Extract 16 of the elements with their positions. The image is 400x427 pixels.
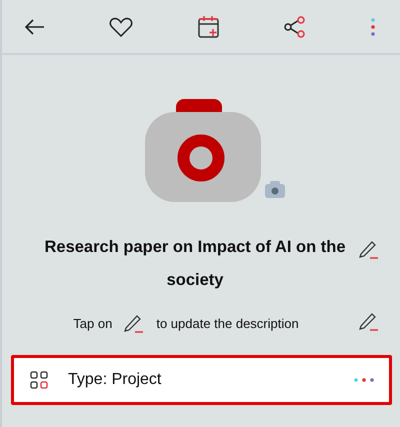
share-icon[interactable] xyxy=(284,16,306,38)
more-icon[interactable] xyxy=(353,377,375,383)
back-icon[interactable] xyxy=(25,18,45,34)
grid-icon xyxy=(30,371,48,389)
type-card[interactable]: Type: Project xyxy=(11,355,392,405)
heart-icon[interactable] xyxy=(109,16,134,36)
type-label: Type: Project xyxy=(68,371,162,389)
hint-text: Tap on xyxy=(73,316,112,330)
edit-icon[interactable] xyxy=(359,311,379,331)
project-title: Research paper on Impact of AI on the society xyxy=(43,237,347,291)
edit-icon[interactable] xyxy=(359,239,379,259)
small-camera-icon[interactable] xyxy=(265,181,285,198)
more-icon[interactable] xyxy=(370,16,376,36)
edit-icon xyxy=(124,313,144,333)
hint-text: to update the description xyxy=(156,316,299,330)
calendar-add-icon[interactable] xyxy=(198,14,220,38)
